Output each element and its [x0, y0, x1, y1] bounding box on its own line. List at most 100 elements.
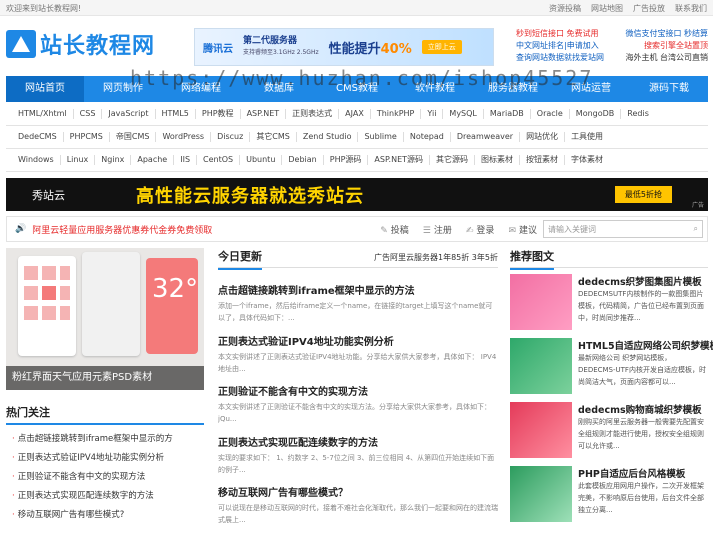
tag-link[interactable]: Redis	[621, 109, 655, 119]
suggest-button[interactable]: ✉ 建议	[508, 223, 537, 236]
tag-link[interactable]: ThinkPHP	[371, 109, 422, 119]
tag-link[interactable]: Ubuntu	[240, 155, 283, 165]
tag-link[interactable]: DedeCMS	[12, 132, 64, 142]
nav-item-home[interactable]: 网站首页	[6, 76, 84, 102]
list-item[interactable]: 正则表达式验证IPV4地址功能实例分析	[6, 449, 204, 468]
card-title[interactable]: PHP自适应后台风格模板	[578, 466, 685, 480]
tag-link[interactable]: WordPress	[156, 132, 212, 142]
text-ad[interactable]: 广告阿里云服务器1年85折 3年5折	[374, 252, 498, 263]
ad-link[interactable]: 微信支付宝接口 秒结算	[625, 28, 708, 40]
article-title[interactable]: 正则表达式验证IPV4地址功能实例分析	[218, 333, 498, 348]
card-title[interactable]: dedecms织梦图集图片模板	[578, 274, 702, 288]
welcome-text: 欢迎来到站长教程网!	[6, 4, 82, 13]
article-title[interactable]: 点击超链接跳转到iframe框架中显示的方法	[218, 282, 498, 297]
tag-link[interactable]: Windows	[12, 155, 61, 165]
tag-link[interactable]: MongoDB	[570, 109, 622, 119]
banner2-brand: 秀站云	[32, 188, 65, 202]
top-link-sitemap[interactable]: 网站地图	[591, 3, 623, 14]
banner-cta-button[interactable]: 立即上云	[421, 40, 462, 54]
register-button[interactable]: ☰ 注册	[423, 223, 452, 236]
tag-link[interactable]: PHP源码	[324, 155, 369, 165]
card-title[interactable]: HTML5自适应网络公司织梦模板	[578, 338, 713, 352]
tencent-cloud-banner[interactable]: 腾讯云 第二代服务器 支持睿频至3.1GHz 2.5GHz 性能提升40% 立即上…	[194, 28, 494, 66]
tag-link[interactable]: PHP教程	[196, 109, 241, 119]
tag-link[interactable]: 帝国CMS	[110, 132, 157, 142]
top-link-submit[interactable]: 资源投稿	[549, 3, 581, 14]
ad-link[interactable]: 海外主机 台湾公司直销	[625, 52, 708, 64]
tag-link[interactable]: CSS	[74, 109, 103, 119]
article-title[interactable]: 移动互联网广告有哪些模式？	[218, 484, 498, 499]
search-input[interactable]: 请输入关键词 ⌕	[543, 220, 703, 238]
tag-link[interactable]: 字体素材	[565, 155, 609, 165]
tag-link[interactable]: CentOS	[197, 155, 241, 165]
recommend-card[interactable]: PHP自适应后台风格模板 此套模板应用网用户操作，二次开发框架完美，不影响原后台…	[510, 466, 708, 526]
nav-item-source[interactable]: 源码下载	[630, 76, 708, 102]
logo-icon	[6, 30, 36, 58]
tag-link[interactable]: Oracle	[531, 109, 570, 119]
tag-link[interactable]: Discuz	[211, 132, 251, 142]
list-item[interactable]: 移动互联网广告有哪些模式?	[6, 506, 204, 525]
tag-link[interactable]: IIS	[174, 155, 198, 165]
tag-link[interactable]: 按钮素材	[520, 155, 566, 165]
tag-link[interactable]: Apache	[131, 155, 175, 165]
tag-link[interactable]: HTML/Xhtml	[12, 109, 74, 119]
tag-link[interactable]: Yii	[421, 109, 444, 119]
tag-link[interactable]: Notepad	[404, 132, 451, 142]
notice-text[interactable]: 阿里云轻量应用服务器优惠券代金券免费领取	[32, 223, 380, 236]
xiuzhanyun-banner[interactable]: 秀站云 高性能云服务器就选秀站云 最低5折抢 广告	[6, 178, 708, 211]
search-icon[interactable]: ⌕	[694, 224, 698, 234]
recommend-card[interactable]: dedecms购物商城织梦模板 刚购买的阿里云服务器一般需要先配置安全组规则才能…	[510, 402, 708, 462]
tag-link[interactable]: 其它CMS	[250, 132, 297, 142]
ad-link[interactable]: 秒到短信接口 免费试用	[516, 28, 599, 40]
site-logo[interactable]: 站长教程网	[6, 28, 155, 60]
hot-title: 热门关注	[6, 404, 204, 425]
slide-caption[interactable]: 粉红界面天气应用元素PSD素材	[6, 366, 204, 390]
list-item[interactable]: 正则表达式实现匹配连续数字的方法	[6, 487, 204, 506]
login-icon: ✍	[465, 225, 474, 236]
banner-server: 第二代服务器 支持睿频至3.1GHz 2.5GHz	[243, 36, 319, 56]
featured-slide[interactable]: 32° 粉红界面天气应用元素PSD素材	[6, 248, 204, 390]
tag-link[interactable]: Zend Studio	[297, 132, 359, 142]
tag-link[interactable]: 其它源码	[430, 155, 476, 165]
card-thumbnail[interactable]	[510, 402, 572, 458]
login-button[interactable]: ✍ 登录	[466, 223, 495, 236]
tag-link[interactable]: Linux	[61, 155, 96, 165]
ad-link[interactable]: 中文网址排名|申请加入	[516, 40, 599, 52]
recommend-card[interactable]: dedecms织梦图集图片模板 DEDECMSUTF内核制作的一款图集图片模板，…	[510, 274, 708, 334]
tag-link[interactable]: 正则表达式	[286, 109, 340, 119]
tag-link[interactable]: 工具使用	[565, 132, 609, 142]
card-thumbnail[interactable]	[510, 466, 572, 522]
list-item[interactable]: 正则验证不能含有中文的实现方法	[6, 468, 204, 487]
top-link-ads[interactable]: 广告投放	[633, 3, 665, 14]
logo-text: 站长教程网	[40, 34, 156, 59]
card-thumbnail[interactable]	[510, 338, 572, 394]
recommend-card[interactable]: HTML5自适应网络公司织梦模板 最新网络公司 织梦网站模板，DEDECMS-U…	[510, 338, 713, 398]
tag-link[interactable]: MariaDB	[484, 109, 531, 119]
ad-label: 广告	[691, 202, 704, 209]
tag-link[interactable]: 网站优化	[520, 132, 566, 142]
tag-link[interactable]: ASP.NET源码	[368, 155, 431, 165]
tag-link[interactable]: Dreamweaver	[451, 132, 521, 142]
hot-list: 点击超链接跳转到iframe框架中显示的方 正则表达式验证IPV4地址功能实例分…	[6, 430, 204, 525]
article-title[interactable]: 正则表达式实现匹配连续数字的方法	[218, 434, 498, 449]
tag-link[interactable]: JavaScript	[102, 109, 156, 119]
article-title[interactable]: 正则验证不能含有中文的实现方法	[218, 383, 498, 398]
tag-link[interactable]: MySQL	[443, 109, 484, 119]
slide-phone-image	[82, 252, 140, 356]
card-title[interactable]: dedecms购物商城织梦模板	[578, 402, 702, 416]
tag-link[interactable]: Nginx	[95, 155, 132, 165]
card-thumbnail[interactable]	[510, 274, 572, 330]
ad-link[interactable]: 查询网站数据就找爱站网	[516, 52, 604, 64]
tag-link[interactable]: 图标素材	[475, 155, 521, 165]
tag-link[interactable]: Debian	[282, 155, 324, 165]
list-item[interactable]: 点击超链接跳转到iframe框架中显示的方	[6, 430, 204, 449]
tag-link[interactable]: AJAX	[339, 109, 371, 119]
top-link-contact[interactable]: 联系我们	[675, 3, 707, 14]
tag-link[interactable]: Sublime	[358, 132, 404, 142]
banner2-cta-button[interactable]: 最低5折抢	[614, 186, 672, 203]
tag-link[interactable]: PHPCMS	[64, 132, 110, 142]
tag-link[interactable]: HTML5	[156, 109, 196, 119]
submit-button[interactable]: ✎ 投稿	[380, 223, 409, 236]
tag-link[interactable]: ASP.NET	[241, 109, 287, 119]
ad-link[interactable]: 搜索引擎全站置顶	[644, 40, 708, 52]
